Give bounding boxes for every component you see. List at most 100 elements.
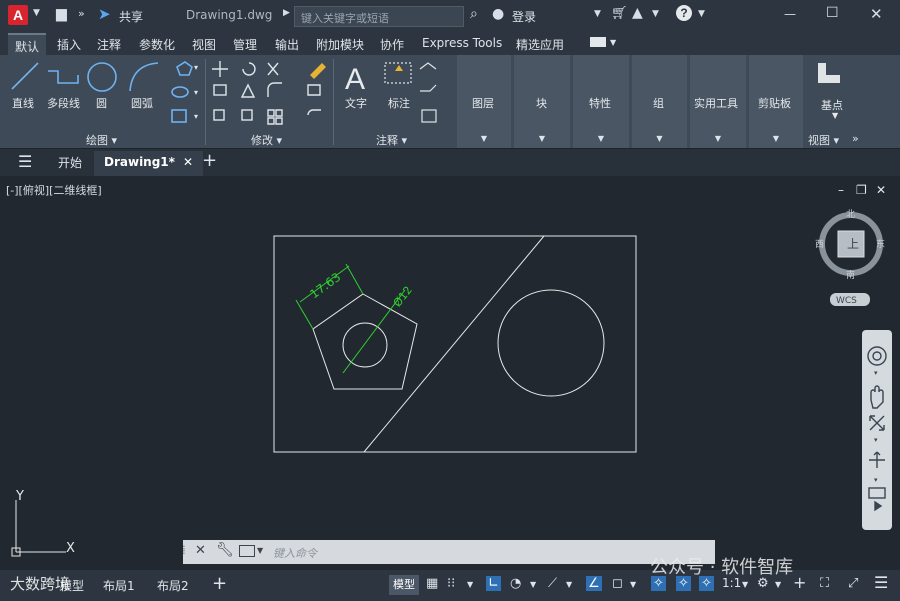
add-icon[interactable]: + [793,573,806,592]
save-icon[interactable]: ▆ [56,6,67,22]
object-snap-chevron-icon[interactable]: ▼ [630,580,636,589]
app-logo-button[interactable]: A [8,5,28,25]
close-tab-icon[interactable]: ✕ [183,155,193,169]
arc-tool[interactable]: 圆弧 [131,95,153,111]
snap-chevron-icon[interactable]: ▼ [467,580,473,589]
tab-start[interactable]: 开始 [58,154,82,171]
login-button[interactable]: 登录 [512,8,536,25]
watermark-text: 公众号 · 软件智库 [650,557,794,578]
ribbon-tab-default[interactable]: 默认 [8,33,47,55]
offset-tool-icon [307,109,321,116]
ribbon-tab-insert[interactable]: 插入 [57,36,81,53]
circle-entity [497,289,605,397]
maximize-button[interactable]: ☐ [826,5,839,21]
properties-button[interactable]: 特性 ▼ [573,55,629,148]
ribbon-toggle-icon[interactable] [590,37,606,47]
erase-tool-icon [310,63,326,79]
customize-wrench-icon[interactable]: 🔧︎ [216,542,234,558]
a360-chevron-icon[interactable]: ▼ [652,9,659,19]
utilities-button[interactable]: 实用工具 ▼ [690,55,746,148]
search-icon[interactable]: ⌕ [470,6,478,22]
text-tool[interactable]: 文字 [345,95,367,111]
fullscreen-icon[interactable]: ⤢ [848,576,858,591]
command-input[interactable]: 键入命令 [273,545,317,561]
ribbon-tab-output[interactable]: 输出 [275,36,299,53]
modify-panel-label[interactable]: 修改 ▾ [251,132,282,148]
fillet-tool-icon [267,82,282,97]
recent-commands-icon[interactable] [239,545,255,557]
ribbon-tab-express-tools[interactable]: Express Tools [422,36,502,50]
ribbon-tab-addins[interactable]: 附加模块 [316,36,364,53]
help-icon[interactable]: ? [676,5,692,21]
login-chevron-icon[interactable]: ▼ [594,9,601,19]
snap-icon[interactable]: ⁝⁝ [447,576,455,591]
recent-commands-chevron-icon[interactable]: ▼ [257,546,263,555]
help-chevron-icon[interactable]: ▼ [698,9,705,19]
ortho-icon[interactable]: ∟ [486,576,501,591]
view-panel-label[interactable]: 视图 ▾ [808,132,839,148]
circle-tool[interactable]: 圆 [96,95,107,111]
share-button[interactable]: 共享 [119,8,143,25]
share-icon[interactable]: ➤ [98,5,111,23]
autodesk-a360-icon[interactable]: ▲ [632,5,643,21]
viewport-close-icon[interactable]: ✕ [876,183,886,197]
ribbon-toggle-chevron-icon[interactable]: ▼ [610,38,616,47]
tab-layout1[interactable]: 布局1 [103,577,135,594]
close-button[interactable]: ✕ [870,5,883,23]
window-title: Drawing1.dwg [186,8,273,22]
workspace-chevron-icon[interactable]: ▼ [775,580,781,589]
isodraft-icon[interactable]: ⟋ [548,576,557,591]
app-menu-chevron-icon[interactable]: ▼ [33,8,40,18]
object-snap-tracking-icon[interactable]: ∠ [586,576,602,591]
hamburger-menu-icon[interactable]: ☰ [18,152,32,171]
search-expand-icon[interactable]: ▶ [283,8,290,18]
draw-panel-label[interactable]: 绘图 ▾ [86,132,117,148]
scale-chevron-icon[interactable]: ▼ [742,580,748,589]
viewport-restore-icon[interactable]: ❐ [856,183,867,197]
polar-tracking-icon[interactable]: ◔ [510,576,521,591]
customization-menu-icon[interactable]: ☰ [874,573,888,592]
clipboard-button[interactable]: 剪贴板 ▼ [749,55,803,148]
user-icon[interactable]: ● [492,6,504,22]
dimension-tool[interactable]: 标注 [388,95,410,111]
block-button[interactable]: 块 ▼ [514,55,570,148]
close-command-icon[interactable]: ✕ [195,543,206,558]
polar-chevron-icon[interactable]: ▼ [530,580,536,589]
base-view-icon [818,63,840,83]
circle-tool-icon [87,62,117,92]
search-input[interactable]: 键入关键字或短语 [294,6,464,27]
isodraft-chevron-icon[interactable]: ▼ [566,580,572,589]
viewcube[interactable] [819,212,883,276]
ribbon-tab-manage[interactable]: 管理 [233,36,257,53]
ribbon-tab-annotate[interactable]: 注释 [97,36,121,53]
polyline-tool[interactable]: 多段线 [47,95,80,111]
dimension-tool-icon [384,62,412,84]
new-tab-icon[interactable]: + [202,150,217,171]
ribbon-tab-parametric[interactable]: 参数化 [139,36,175,53]
command-grip-icon[interactable]: ⁞ [182,543,186,557]
base-chevron-icon[interactable]: ▼ [832,111,838,120]
linear-dimension-text: 17.63 [307,270,343,302]
viewport-minimize-icon[interactable]: – [838,183,844,197]
navbar-icons: ▾ ▾ ▾ [867,346,887,512]
ribbon-tab-collaborate[interactable]: 协作 [380,36,404,53]
minimize-button[interactable]: — [784,7,796,21]
annotation-panel-label[interactable]: 注释 ▾ [376,132,407,148]
play-icon [874,500,883,512]
new-layout-icon[interactable]: + [212,573,227,594]
model-space-button[interactable]: 模型 [389,575,419,595]
group-button[interactable]: 组 ▼ [632,55,687,148]
object-snap-icon[interactable]: ◻ [612,576,623,591]
isolate-objects-icon[interactable]: ⛶ [820,576,829,591]
line-tool[interactable]: 直线 [12,95,34,111]
layers-button[interactable]: 图层 ▼ [457,55,511,148]
tab-drawing1[interactable]: Drawing1* ✕ [94,151,203,176]
grid-icon[interactable]: ▦ [426,576,438,591]
ribbon-tab-featured-apps[interactable]: 精选应用 [516,36,564,53]
tab-layout2[interactable]: 布局2 [157,577,189,594]
ribbon-expand-icon[interactable]: » [852,132,859,145]
ribbon-tab-view[interactable]: 视图 [192,36,216,53]
more-tools-icon[interactable]: » [78,7,85,20]
cart-icon[interactable]: 🛒︎ [611,6,628,21]
viewport-controls[interactable]: [-][俯视][二维线框] [6,182,102,198]
